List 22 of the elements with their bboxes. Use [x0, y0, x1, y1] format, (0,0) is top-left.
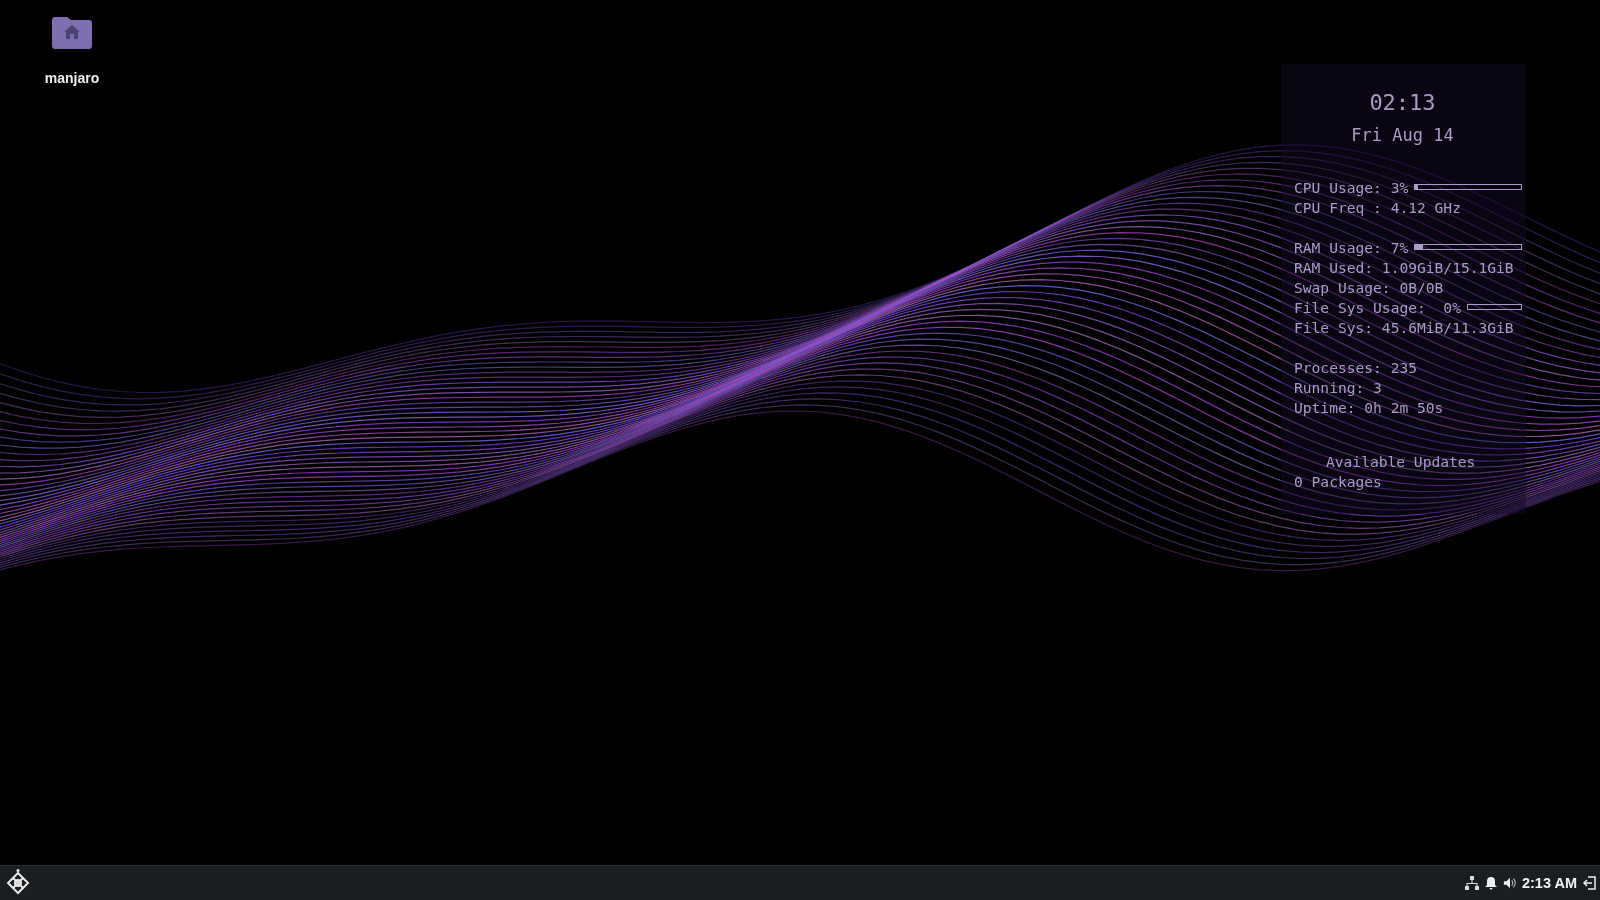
volume-icon[interactable]: [1502, 876, 1517, 890]
clock-text: 02:13: [1368, 90, 1437, 115]
updates-count: 0 Packages: [1294, 473, 1383, 490]
stat-text: CPU Usage: 3%: [1294, 178, 1409, 196]
bell-icon[interactable]: [1483, 876, 1498, 890]
stat-text: File Sys Usage: 0%: [1294, 298, 1461, 316]
stat-text: Processes: 235: [1294, 358, 1417, 376]
clock[interactable]: 2:13 AM: [1521, 875, 1577, 891]
home-folder-icon[interactable]: [50, 16, 94, 50]
updates-heading: Available Updates: [1325, 453, 1477, 472]
logout-icon[interactable]: [1582, 876, 1596, 890]
stat-text: File Sys: 45.6MiB/11.3GiB: [1294, 318, 1514, 336]
stat-text: Swap Usage: 0B/0B: [1294, 278, 1444, 296]
stat-text: Uptime: 0h 2m 50s: [1294, 398, 1444, 416]
stat-text: RAM Usage: 7%: [1294, 238, 1409, 256]
icon-label: manjaro: [44, 70, 100, 86]
app-menu-icon[interactable]: [4, 869, 32, 897]
stat-text: RAM Used: 1.09GiB/15.1GiB: [1294, 258, 1514, 276]
stat-text: CPU Freq : 4.12 GHz: [1294, 198, 1461, 216]
stat-text: Running: 3: [1294, 378, 1382, 396]
date-text: Fri Aug 14: [1350, 125, 1455, 145]
network-icon[interactable]: [1464, 876, 1479, 890]
